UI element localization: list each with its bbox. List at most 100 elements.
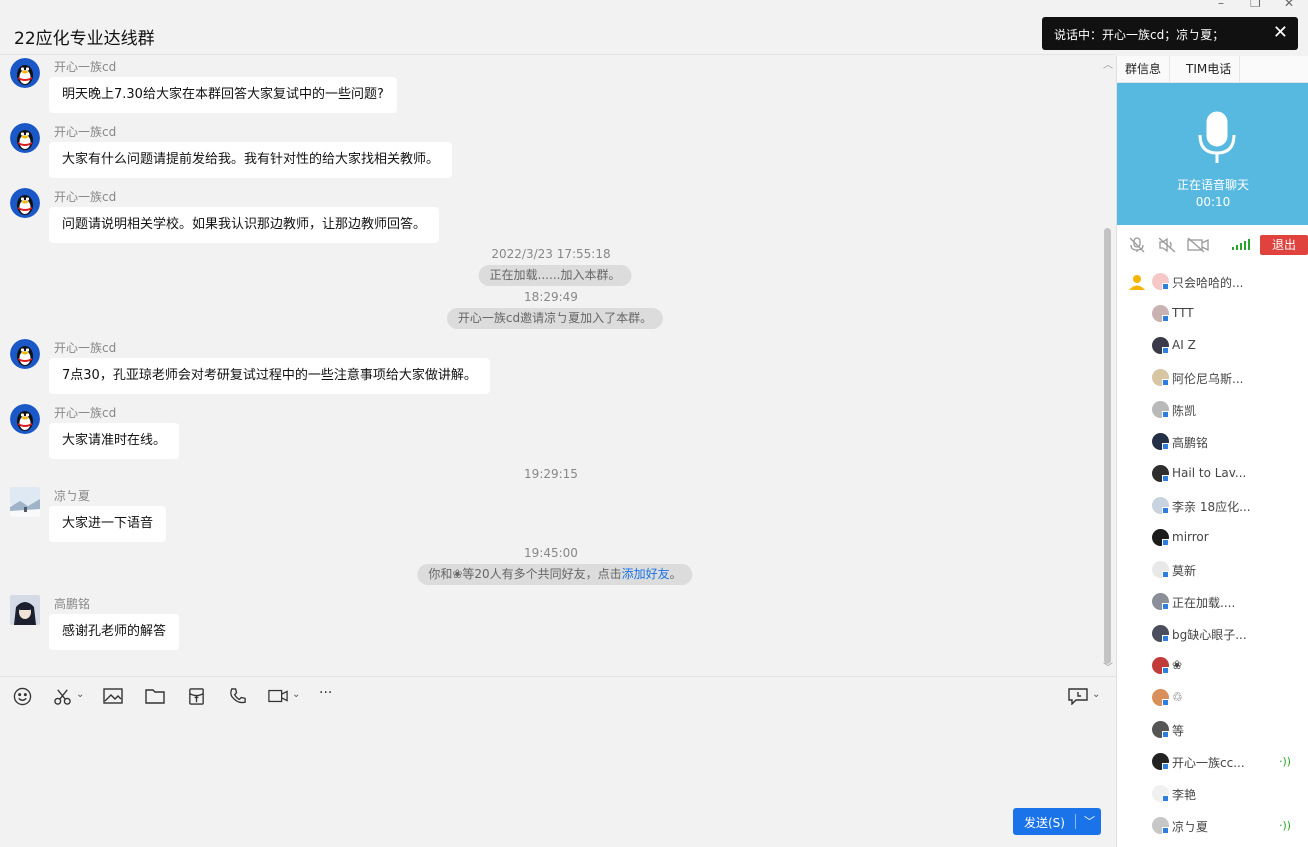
title-bar: 22应化专业达线群 (0, 0, 1116, 55)
emoji-icon[interactable] (13, 687, 32, 707)
member-item[interactable]: 陈凯 (1117, 394, 1308, 426)
member-item[interactable]: 凉ㄅ夏 ·)) (1117, 810, 1308, 842)
chat-scrollbar[interactable]: ︿ ﹀ (1103, 56, 1113, 676)
sender-name[interactable]: 开心一族cd (54, 404, 116, 421)
speaker-muted-icon[interactable] (1158, 237, 1176, 257)
member-name[interactable]: ♲ (1172, 690, 1183, 704)
member-name[interactable]: 等 (1172, 722, 1184, 739)
maximize-button[interactable]: ❐ (1250, 0, 1261, 10)
message-bubble[interactable]: 7点30，孔亚琼老师会对考研复试过程中的一些注意事项给大家做讲解。 (49, 358, 490, 394)
member-name[interactable]: 莫新 (1172, 562, 1196, 579)
member-name[interactable]: AI Z (1172, 338, 1196, 352)
toast-close-icon[interactable]: ✕ (1273, 22, 1288, 43)
message-bubble[interactable]: 大家进一下语音 (49, 506, 167, 542)
member-item[interactable]: 开心一族cc... ·)) (1117, 746, 1308, 778)
video-camera-icon[interactable]: ⌄ (268, 687, 300, 707)
member-name[interactable]: 陈凯 (1172, 402, 1196, 419)
device-badge-icon (1162, 475, 1169, 482)
member-item[interactable]: 等 (1117, 714, 1308, 746)
sender-name[interactable]: 开心一族cd (54, 58, 116, 75)
image-icon[interactable] (103, 687, 123, 707)
chevron-down-icon[interactable]: ⌄ (292, 689, 300, 700)
member-item[interactable]: Hail to Lav... (1117, 458, 1308, 490)
qq-penguin-avatar[interactable] (10, 58, 40, 88)
scroll-up-icon[interactable]: ︿ (1103, 56, 1113, 71)
timestamp: 19:45:00 (524, 546, 578, 560)
member-item[interactable]: ❀ (1117, 650, 1308, 682)
send-options-chevron-icon[interactable]: ﹀ (1084, 813, 1095, 829)
red-packet-icon[interactable] (187, 687, 206, 707)
exit-voice-button[interactable]: 退出 (1260, 235, 1308, 255)
member-item[interactable]: 李艳 (1117, 778, 1308, 810)
qq-penguin-avatar[interactable] (10, 188, 40, 218)
message-bubble[interactable]: 大家有什么问题请提前发给我。我有针对性的给大家找相关教师。 (49, 142, 453, 178)
tab-group-info[interactable]: 群信息 (1117, 56, 1171, 83)
send-label[interactable]: 发送(S) (1024, 814, 1065, 831)
device-badge-icon (1162, 827, 1169, 834)
screenshot-scissors-icon[interactable]: ⌄ (53, 687, 84, 707)
scroll-down-icon[interactable]: ﹀ (1103, 659, 1113, 674)
member-name[interactable]: 高鹏铭 (1172, 434, 1208, 451)
member-item[interactable]: bg缺心眼子... (1117, 618, 1308, 650)
close-window-button[interactable]: ✕ (1284, 0, 1294, 10)
member-name[interactable]: 李亲 18应化... (1172, 498, 1251, 515)
minimize-button[interactable]: – (1218, 0, 1224, 10)
message-input[interactable] (0, 716, 1116, 847)
member-name[interactable]: 只会哈哈的... (1172, 274, 1243, 291)
camera-off-icon[interactable] (1187, 237, 1209, 257)
member-item[interactable]: mirror (1117, 522, 1308, 554)
device-badge-icon (1162, 539, 1169, 546)
more-icon[interactable]: ··· (319, 685, 332, 705)
chevron-down-icon[interactable]: ⌄ (76, 689, 84, 700)
timestamp: 18:29:49 (524, 290, 578, 304)
message-bubble[interactable]: 感谢孔老师的解答 (49, 614, 180, 650)
member-item[interactable]: 李亲 18应化... (1117, 490, 1308, 522)
anime-avatar[interactable] (10, 595, 40, 625)
phone-icon[interactable] (228, 687, 247, 707)
timestamp: 2022/3/23 17:55:18 (491, 247, 611, 261)
chevron-down-icon[interactable]: ⌄ (1092, 689, 1100, 700)
qq-penguin-avatar[interactable] (10, 404, 40, 434)
member-name[interactable]: 正在加载.... (1172, 594, 1235, 611)
qq-penguin-avatar[interactable] (10, 339, 40, 369)
member-name[interactable]: 开心一族cc... (1172, 754, 1245, 771)
member-item[interactable]: 阿伦尼乌斯... (1117, 362, 1308, 394)
scroll-thumb[interactable] (1104, 228, 1111, 664)
member-item[interactable]: 只会哈哈的... (1117, 266, 1308, 298)
sender-name[interactable]: 凉ㄅ夏 (54, 487, 90, 504)
member-name[interactable]: Hail to Lav... (1172, 466, 1246, 480)
member-item[interactable]: AI Z (1117, 330, 1308, 362)
sender-name[interactable]: 开心一族cd (54, 188, 116, 205)
member-name[interactable]: bg缺心眼子... (1172, 626, 1247, 643)
add-friend-link[interactable]: 添加好友 (622, 567, 670, 581)
device-badge-icon (1162, 315, 1169, 322)
member-name[interactable]: 李艳 (1172, 786, 1196, 803)
message-record-icon[interactable]: ⌄ (1068, 687, 1100, 707)
mic-muted-icon[interactable] (1129, 237, 1145, 257)
member-name[interactable]: 阿伦尼乌斯... (1172, 370, 1243, 387)
sender-name[interactable]: 高鹏铭 (54, 595, 90, 612)
message-bubble[interactable]: 问题请说明相关学校。如果我认识那边教师，让那边教师回答。 (49, 207, 440, 243)
message-bubble[interactable]: 大家请准时在线。 (49, 423, 180, 459)
member-name[interactable]: mirror (1172, 530, 1209, 544)
device-badge-icon (1162, 667, 1169, 674)
folder-icon[interactable] (145, 687, 165, 707)
member-item[interactable]: 高鹏铭 (1117, 426, 1308, 458)
member-item[interactable]: ♲ (1117, 682, 1308, 714)
member-name[interactable]: ❀ (1172, 658, 1182, 672)
sender-name[interactable]: 开心一族cd (54, 123, 116, 140)
notice-text: 你和❀等20人有多个共同好友，点击 (428, 567, 622, 581)
member-item[interactable]: TTT (1117, 298, 1308, 330)
member-name[interactable]: TTT (1172, 306, 1194, 320)
qq-penguin-avatar[interactable] (10, 123, 40, 153)
send-button[interactable]: 发送(S) ﹀ (1013, 808, 1101, 835)
member-item[interactable]: 莫新 (1117, 554, 1308, 586)
device-badge-icon (1162, 699, 1169, 706)
tab-tim-phone[interactable]: TIM电话 (1178, 56, 1241, 83)
message-bubble[interactable]: 明天晚上7.30给大家在本群回答大家复试中的一些问题? (49, 77, 397, 113)
sender-name[interactable]: 开心一族cd (54, 339, 116, 356)
member-name[interactable]: 凉ㄅ夏 (1172, 818, 1208, 835)
snow-photo-avatar[interactable] (10, 487, 40, 517)
member-item[interactable]: 正在加载.... (1117, 586, 1308, 618)
message-list[interactable]: 开心一族cd 明天晚上7.30给大家在本群回答大家复试中的一些问题? 开心一族c… (0, 56, 1102, 676)
